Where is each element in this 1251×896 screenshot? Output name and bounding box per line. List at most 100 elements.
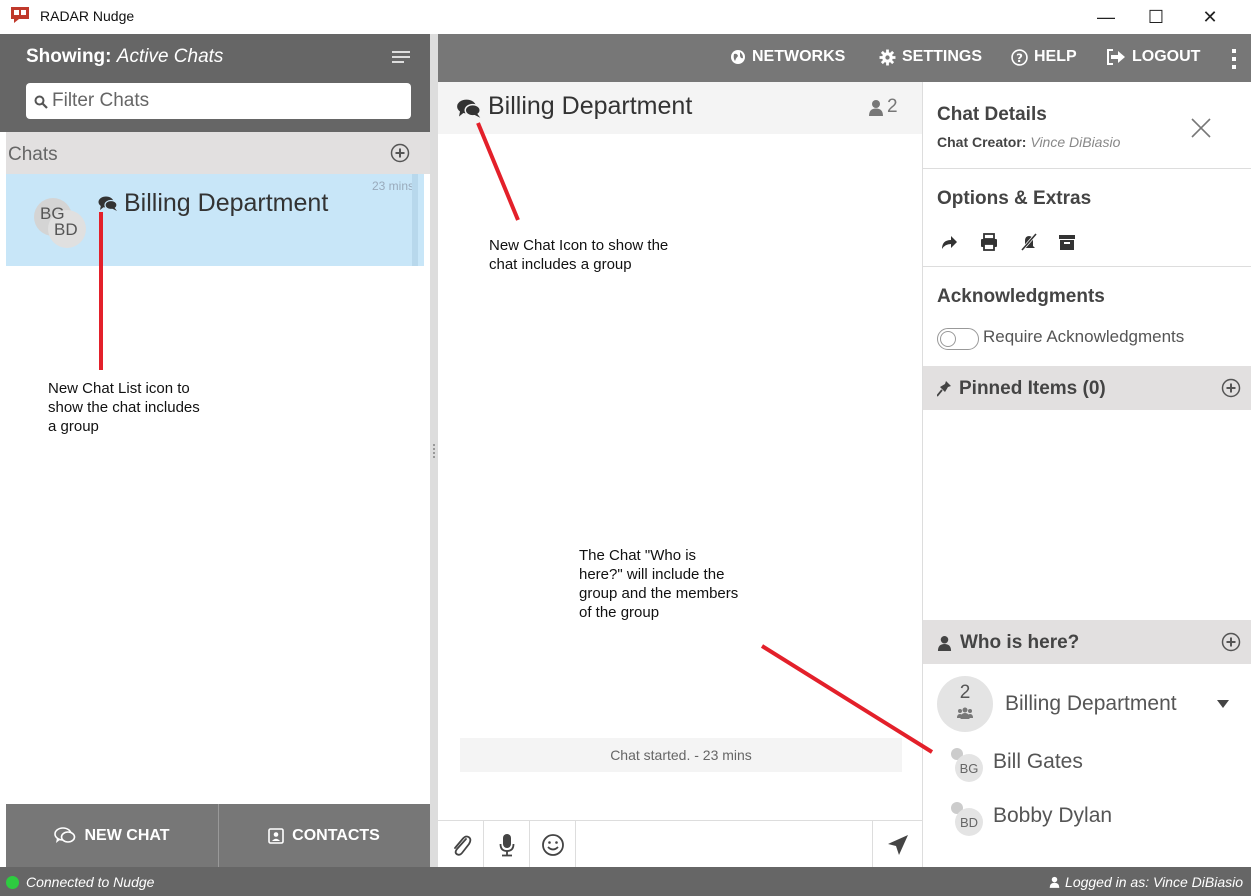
annotation-line-text: The Chat "Who is [579, 547, 697, 564]
more-options-icon[interactable] [1231, 49, 1237, 69]
app-window: RADAR Nudge — ☐ ✕ Showing: Active Chats [0, 0, 1251, 896]
forward-icon[interactable] [939, 232, 959, 252]
annotation-chat-list-icon: New Chat List icon to show the chat incl… [48, 379, 200, 436]
avatar-initials: BD [54, 220, 78, 239]
logout-icon [1107, 49, 1125, 65]
new-chat-button[interactable]: NEW CHAT [6, 804, 218, 867]
status-bar: Connected to Nudge Logged in as: Vince D… [0, 867, 1251, 896]
window-title: RADAR Nudge [40, 8, 135, 24]
chat-creator: Chat Creator: Vince DiBiasio [937, 134, 1120, 150]
annotation-line-text: here?" will include the [579, 566, 725, 583]
networks-label: NETWORKS [752, 48, 846, 65]
annotation-line-text: New Chat Icon to show the [489, 237, 669, 254]
annotation-line-text: a group [48, 418, 99, 435]
filter-box [26, 83, 411, 119]
annotation-who-is-here: The Chat "Who is here?" will include the… [579, 546, 738, 622]
user-icon [1049, 876, 1060, 888]
user-icon [937, 635, 952, 651]
filter-chats-input[interactable] [52, 87, 402, 115]
require-acknowledgments-toggle[interactable] [937, 328, 979, 350]
logout-button[interactable]: LOGOUT [1106, 48, 1200, 66]
chat-list-scrollbar[interactable] [412, 174, 418, 266]
title-bar: RADAR Nudge — ☐ ✕ [0, 0, 1251, 34]
archive-icon[interactable] [1057, 232, 1077, 252]
logged-in-label: Logged in as: Vince DiBiasio [1065, 874, 1243, 890]
new-chat-label: NEW CHAT [84, 826, 170, 844]
send-button[interactable] [872, 821, 922, 868]
add-pinned-item-icon[interactable] [1221, 378, 1241, 398]
pin-icon [937, 381, 951, 397]
svg-text:?: ? [1016, 50, 1023, 64]
add-chat-icon[interactable] [390, 143, 410, 163]
bottom-tabs: NEW CHAT CONTACTS [6, 804, 430, 867]
user-icon [869, 99, 883, 116]
showing-value: Active Chats [116, 46, 224, 67]
chat-list-item-name: Billing Department [124, 189, 329, 217]
send-icon [887, 834, 908, 855]
chat-creator-name: Vince DiBiasio [1030, 134, 1121, 150]
group-member-count: 2 [959, 682, 971, 703]
chevron-down-icon[interactable] [1217, 700, 1229, 708]
contacts-label: CONTACTS [292, 826, 380, 844]
help-icon: ? [1011, 48, 1028, 66]
help-label: HELP [1034, 48, 1077, 65]
member-avatar: BG [955, 754, 983, 782]
logged-in-user: Logged in as: Vince DiBiasio [1049, 874, 1243, 890]
chat-title: Billing Department [488, 92, 693, 120]
panel-splitter[interactable] [430, 34, 438, 867]
print-icon[interactable] [979, 232, 999, 252]
member-name: Bill Gates [993, 750, 1083, 773]
chat-details-panel: Chat Details Chat Creator: Vince DiBiasi… [922, 82, 1251, 867]
showing-filter[interactable]: Showing: Active Chats [26, 46, 223, 68]
minimize-button[interactable]: — [1086, 4, 1126, 30]
group-chat-icon [98, 196, 118, 211]
help-button[interactable]: ? HELP [1011, 48, 1077, 66]
annotation-chat-icon: New Chat Icon to show the chat includes … [489, 236, 668, 274]
chat-list-panel: Showing: Active Chats Chats [0, 34, 430, 867]
emoji-button[interactable] [530, 821, 576, 868]
chat-list-item[interactable]: 23 mins BG BD Billing Department [6, 174, 424, 266]
options-title: Options & Extras [937, 188, 1092, 209]
mute-icon[interactable] [1019, 232, 1039, 252]
voice-button[interactable] [484, 821, 530, 868]
close-window-button[interactable]: ✕ [1190, 4, 1230, 30]
settings-label: SETTINGS [902, 48, 983, 65]
annotation-line-text: group and the members [579, 585, 739, 602]
attach-button[interactable] [438, 821, 484, 868]
group-name[interactable]: Billing Department [1005, 692, 1177, 716]
settings-button[interactable]: SETTINGS [879, 48, 982, 66]
logout-label: LOGOUT [1132, 48, 1201, 65]
group-icon [957, 707, 973, 719]
smiley-icon [541, 833, 564, 856]
who-is-here-label: Who is here? [960, 632, 1080, 653]
message-composer [438, 820, 922, 868]
microphone-icon [499, 833, 514, 856]
maximize-button[interactable]: ☐ [1136, 4, 1176, 30]
splitter-grip[interactable] [433, 444, 435, 458]
system-message: Chat started. - 23 mins [460, 738, 902, 772]
close-details-icon[interactable] [1189, 116, 1213, 140]
group-avatar: 2 [937, 676, 993, 732]
connection-status-icon [6, 876, 19, 889]
message-input[interactable] [578, 822, 872, 867]
annotation-line-text: New Chat List icon to [48, 380, 190, 397]
who-is-here-header: Who is here? [923, 620, 1251, 664]
gear-icon [879, 49, 896, 65]
member-avatar: BD [955, 808, 983, 836]
list-menu-icon[interactable] [392, 50, 410, 64]
chat-list-header: Showing: Active Chats [0, 34, 430, 132]
add-participant-icon[interactable] [1221, 632, 1241, 652]
annotation-line-text: chat includes a group [489, 256, 632, 273]
chat-header: Billing Department 2 [438, 82, 922, 134]
who-is-here-title: Who is here? [937, 632, 1079, 654]
contacts-icon [268, 827, 284, 844]
chat-conversation: Billing Department 2 Chat started. - 23 … [438, 82, 922, 868]
acknowledgments-title: Acknowledgments [937, 286, 1105, 307]
networks-button[interactable]: NETWORKS [730, 48, 845, 66]
annotation-line-text: show the chat includes [48, 399, 200, 416]
search-icon [34, 95, 48, 109]
top-navigation: NETWORKS SETTINGS ? HELP LOGOUT [438, 34, 1251, 82]
paperclip-icon [453, 835, 471, 856]
contacts-button[interactable]: CONTACTS [218, 804, 430, 867]
member-count[interactable]: 2 [868, 96, 898, 118]
